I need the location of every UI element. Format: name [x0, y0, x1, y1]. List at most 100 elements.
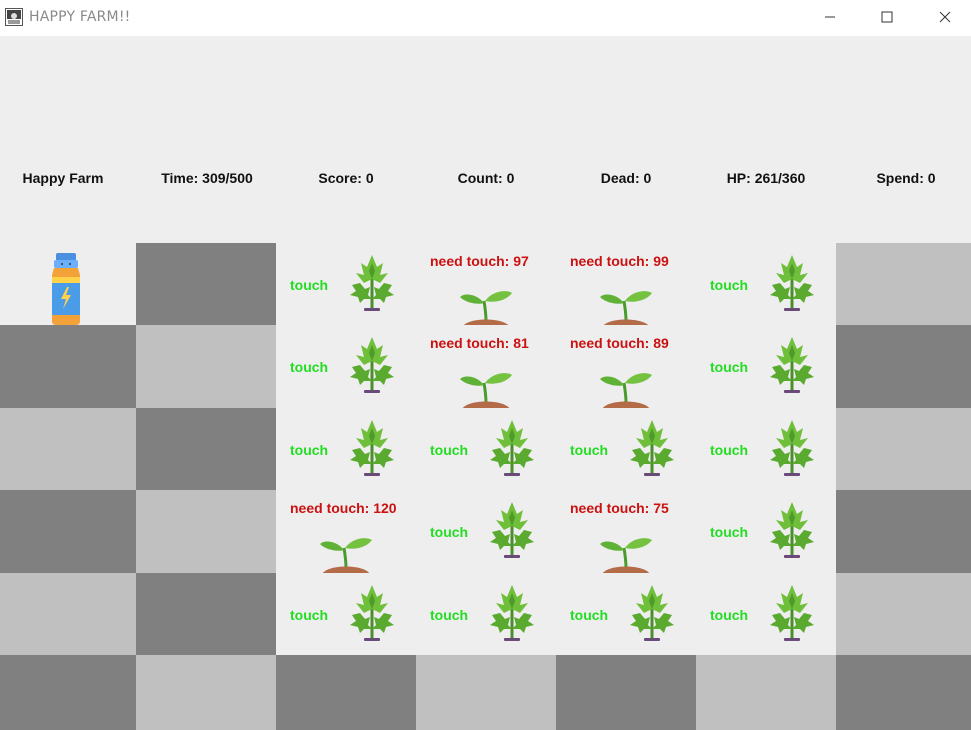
game-name: Happy Farm [22, 170, 104, 186]
grass-tile-dark[interactable] [136, 243, 276, 325]
sprout-cell[interactable]: need touch: 97 [416, 243, 556, 327]
grown-plant-icon[interactable] [626, 583, 678, 645]
minimize-icon [825, 16, 835, 18]
grass-tile-dark[interactable] [0, 655, 136, 730]
grass-tile-light[interactable] [836, 408, 971, 490]
sprout-icon[interactable] [598, 283, 654, 327]
plant-cell[interactable]: touch [276, 243, 416, 325]
grass-tile-dark[interactable] [136, 573, 276, 655]
grass-tile-light[interactable] [836, 573, 971, 655]
grown-plant-icon[interactable] [626, 418, 678, 480]
grass-tile-dark[interactable] [0, 325, 136, 408]
grass-tile-light[interactable] [696, 655, 836, 730]
need-touch-label: need touch: 81 [430, 335, 529, 351]
sprout-cell[interactable]: need touch: 75 [556, 490, 696, 574]
grown-plant-icon[interactable] [766, 500, 818, 562]
touch-label: touch [710, 442, 749, 458]
sprout-icon[interactable] [598, 530, 654, 574]
touch-label: touch [430, 524, 469, 540]
time-counter: Time: 309/500 [161, 170, 253, 186]
touch-label: touch [710, 607, 749, 623]
need-touch-label: need touch: 97 [430, 253, 529, 269]
close-button[interactable] [922, 0, 968, 34]
need-touch-label: need touch: 99 [570, 253, 669, 269]
plant-cell[interactable]: touch [696, 573, 836, 655]
touch-label: touch [430, 442, 469, 458]
grown-plant-icon[interactable] [766, 253, 818, 315]
plant-cell[interactable]: touch [276, 573, 416, 655]
status-bar: Happy Farm Time: 309/500 Score: 0 Count:… [0, 36, 971, 243]
touch-label: touch [290, 607, 329, 623]
grass-tile-dark[interactable] [836, 490, 971, 573]
plant-cell[interactable]: touch [276, 325, 416, 408]
plant-cell[interactable]: touch [416, 490, 556, 573]
grass-tile-light[interactable] [136, 325, 276, 408]
grown-plant-icon[interactable] [486, 418, 538, 480]
sprout-cell[interactable]: need touch: 120 [276, 490, 416, 574]
grass-tile-dark[interactable] [0, 490, 136, 573]
window-title: HAPPY FARM!! [29, 9, 131, 25]
grown-plant-icon[interactable] [486, 583, 538, 645]
grown-plant-icon[interactable] [766, 418, 818, 480]
sprout-cell[interactable]: need touch: 89 [556, 325, 696, 409]
sprout-cell[interactable]: need touch: 81 [416, 325, 556, 409]
plant-cell[interactable]: touch [416, 573, 556, 655]
touch-label: touch [290, 442, 329, 458]
grass-tile-dark[interactable] [556, 655, 696, 730]
app-icon [5, 8, 23, 26]
touch-label: touch [710, 277, 749, 293]
grass-tile-dark[interactable] [836, 655, 971, 730]
grass-tile-dark[interactable] [276, 655, 416, 730]
plant-cell[interactable]: touch [696, 408, 836, 490]
minimize-button[interactable] [807, 0, 853, 34]
need-touch-label: need touch: 75 [570, 500, 669, 516]
grown-plant-icon[interactable] [766, 335, 818, 397]
grass-tile-dark[interactable] [136, 408, 276, 490]
touch-label: touch [290, 359, 329, 375]
touch-label: touch [710, 359, 749, 375]
plant-cell[interactable]: touch [696, 325, 836, 408]
plant-cell[interactable]: touch [276, 408, 416, 490]
energy-drink-icon[interactable] [48, 253, 84, 327]
grown-plant-icon[interactable] [346, 253, 398, 315]
grass-tile-light[interactable] [136, 655, 276, 730]
score-counter: Score: 0 [318, 170, 374, 186]
plant-cell[interactable]: touch [556, 408, 696, 490]
touch-label: touch [570, 607, 609, 623]
grass-tile-light[interactable] [836, 243, 971, 325]
plant-cell[interactable]: touch [696, 490, 836, 573]
grass-tile-light[interactable] [0, 408, 136, 490]
grown-plant-icon[interactable] [346, 418, 398, 480]
plant-cell[interactable]: touch [696, 243, 836, 325]
sprout-cell[interactable]: need touch: 99 [556, 243, 696, 327]
plant-cell[interactable]: touch [416, 408, 556, 490]
grass-tile-light[interactable] [136, 490, 276, 573]
dead-counter: Dead: 0 [600, 170, 652, 186]
grown-plant-icon[interactable] [486, 500, 538, 562]
title-bar: HAPPY FARM!! [0, 0, 971, 36]
plant-cell[interactable]: touch [556, 573, 696, 655]
maximize-button[interactable] [864, 0, 910, 34]
touch-label: touch [570, 442, 609, 458]
grown-plant-icon[interactable] [346, 583, 398, 645]
grass-tile-dark[interactable] [836, 325, 971, 408]
close-icon [939, 11, 951, 23]
sprout-icon[interactable] [458, 283, 514, 327]
spend-counter: Spend: 0 [876, 170, 936, 186]
count-counter: Count: 0 [457, 170, 515, 186]
hp-counter: HP: 261/360 [726, 170, 806, 186]
grass-tile-light[interactable] [0, 573, 136, 655]
need-touch-label: need touch: 89 [570, 335, 669, 351]
sprout-icon[interactable] [598, 365, 654, 409]
grass-tile-light[interactable] [416, 655, 556, 730]
sprout-icon[interactable] [318, 530, 374, 574]
grown-plant-icon[interactable] [346, 335, 398, 397]
touch-label: touch [290, 277, 329, 293]
touch-label: touch [710, 524, 749, 540]
sprout-icon[interactable] [458, 365, 514, 409]
item-slot[interactable] [0, 243, 136, 325]
grown-plant-icon[interactable] [766, 583, 818, 645]
need-touch-label: need touch: 120 [290, 500, 397, 516]
maximize-icon [881, 11, 893, 23]
touch-label: touch [430, 607, 469, 623]
